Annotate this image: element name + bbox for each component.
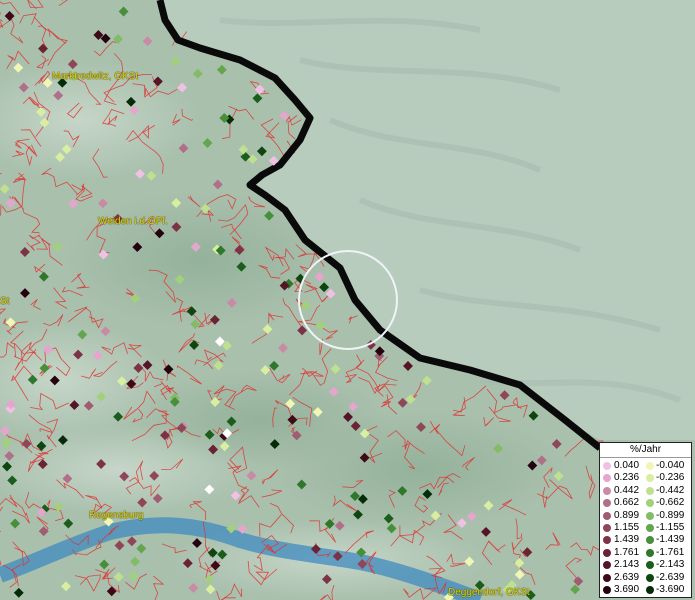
legend-value: 1.761 xyxy=(614,546,640,558)
legend-swatch xyxy=(646,586,654,594)
legend-entry-positive: 2.639 xyxy=(600,572,646,584)
legend-entry-positive: 0.236 xyxy=(600,472,646,484)
legend-swatch xyxy=(646,486,654,495)
legend-value: -1.155 xyxy=(656,522,685,533)
legend-value: 0.040 xyxy=(614,460,640,471)
legend-value: -0.236 xyxy=(656,472,685,484)
legend-value: 0.899 xyxy=(614,509,640,521)
legend-value: -1.439 xyxy=(656,534,685,546)
place-label-partial-st: St xyxy=(0,296,10,307)
legend-swatch xyxy=(603,536,611,545)
legend-value: 3.690 xyxy=(614,584,640,595)
legend-value: 1.439 xyxy=(614,534,640,546)
legend-value: 1.155 xyxy=(614,522,640,533)
legend-value: -0.662 xyxy=(656,497,685,509)
legend-entry-positive: 1.155 xyxy=(600,522,646,534)
place-label-weiden: Weiden i.d.OPf. xyxy=(98,216,168,227)
place-label-regensburg: Regensburg xyxy=(89,510,144,521)
legend-swatch xyxy=(603,486,611,495)
legend-value: 0.662 xyxy=(614,497,640,509)
legend-swatch xyxy=(646,536,654,545)
legend-entry-negative: -0.442 xyxy=(646,485,692,497)
legend-value: -0.899 xyxy=(656,509,685,521)
legend-entry-positive: 0.442 xyxy=(600,485,646,497)
legend-value: 0.236 xyxy=(614,472,640,484)
legend-swatch xyxy=(646,548,654,557)
legend-value: 0.442 xyxy=(614,484,640,496)
legend-swatch xyxy=(603,561,611,570)
legend-value: -0.442 xyxy=(656,484,685,496)
legend-value: 2.639 xyxy=(614,571,640,583)
legend-entry-positive: 2.143 xyxy=(600,559,646,571)
legend-value: -3.690 xyxy=(656,584,685,595)
legend-entry-positive: 1.761 xyxy=(600,547,646,559)
map-canvas[interactable]: Marktredwitz, GKSt Weiden i.d.OPf. Regen… xyxy=(0,0,695,600)
legend-value: -0.040 xyxy=(656,460,685,471)
legend-swatch xyxy=(603,586,611,594)
legend: %/Jahr 0.040 0.236 0.442 0.662 0.899 1.155 1.4… xyxy=(599,442,692,598)
legend-entry-positive: 3.690 xyxy=(600,584,646,596)
legend-swatch xyxy=(646,499,654,508)
place-label-marktredwitz: Marktredwitz, GKSt xyxy=(52,71,139,82)
legend-swatch xyxy=(603,499,611,508)
legend-value: -2.639 xyxy=(656,571,685,583)
legend-entry-negative: -2.143 xyxy=(646,559,692,571)
legend-swatch xyxy=(646,573,654,582)
legend-swatch xyxy=(603,573,611,582)
legend-value: 2.143 xyxy=(614,559,640,571)
legend-entry-negative: -2.639 xyxy=(646,572,692,584)
legend-entry-negative: -1.155 xyxy=(646,522,692,534)
legend-entry-positive: 1.439 xyxy=(600,534,646,546)
legend-swatch xyxy=(646,474,654,483)
legend-entry-negative: -0.236 xyxy=(646,472,692,484)
legend-entry-positive: 0.899 xyxy=(600,510,646,522)
legend-entry-positive: 0.662 xyxy=(600,497,646,509)
legend-swatch xyxy=(603,474,611,483)
legend-swatch xyxy=(646,561,654,570)
place-label-deggendorf: Deggendorf, GKSt xyxy=(448,587,530,598)
legend-entry-negative: -0.899 xyxy=(646,510,692,522)
legend-value: -1.761 xyxy=(656,546,685,558)
legend-entry-negative: -0.040 xyxy=(646,460,692,472)
legend-swatch xyxy=(646,462,654,470)
legend-swatch xyxy=(603,462,611,470)
legend-swatch xyxy=(603,511,611,520)
legend-swatch xyxy=(603,548,611,557)
legend-entry-positive: 0.040 xyxy=(600,460,646,472)
legend-entry-negative: -3.690 xyxy=(646,584,692,596)
legend-swatch xyxy=(603,524,611,532)
legend-value: -2.143 xyxy=(656,559,685,571)
legend-swatch xyxy=(646,524,654,532)
legend-swatch xyxy=(646,511,654,520)
legend-entry-negative: -0.662 xyxy=(646,497,692,509)
legend-title: %/Jahr xyxy=(600,443,691,458)
legend-entry-negative: -1.439 xyxy=(646,534,692,546)
legend-entry-negative: -1.761 xyxy=(646,547,692,559)
